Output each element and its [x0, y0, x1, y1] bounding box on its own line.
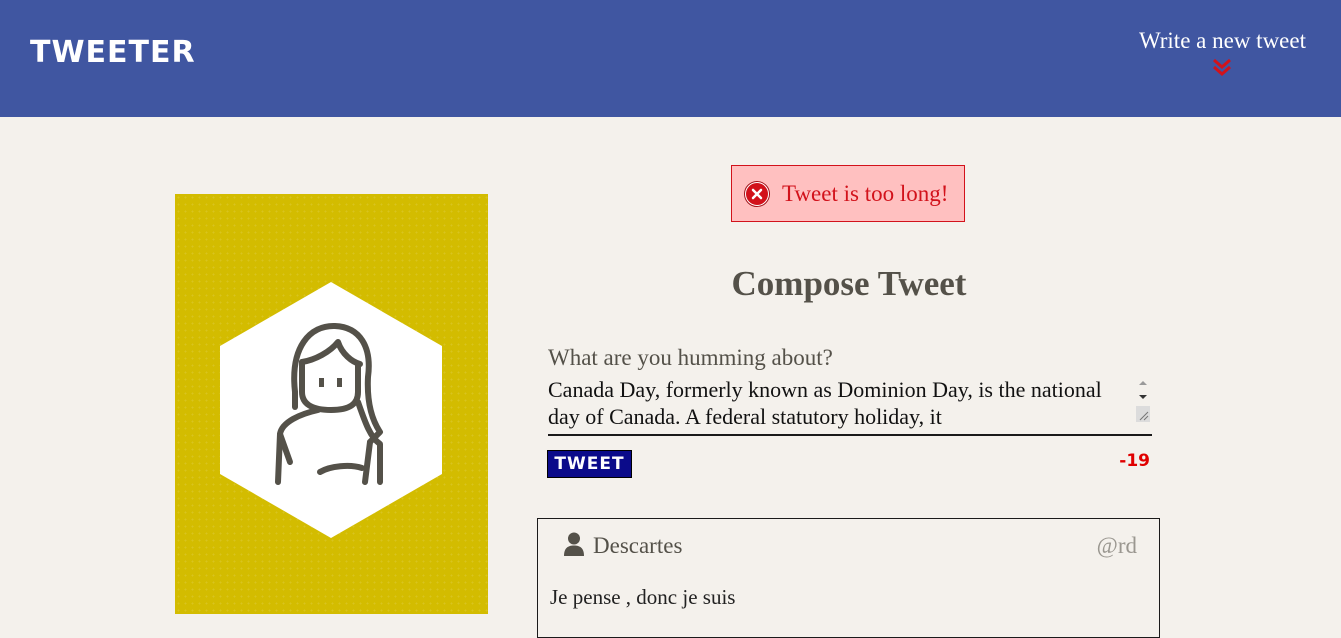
tweet-submit-button[interactable]: TWEET: [547, 450, 632, 478]
compose-prompt: What are you humming about?: [548, 345, 833, 370]
error-message: Tweet is too long!: [731, 165, 965, 222]
tweet-author-name: Descartes: [593, 533, 683, 558]
tweet-textarea[interactable]: Canada Day, formerly known as Dominion D…: [548, 376, 1152, 436]
user-icon: [564, 532, 584, 556]
top-nav: TWEETER Write a new tweet: [0, 0, 1341, 117]
error-text: Tweet is too long!: [782, 180, 949, 206]
double-chevron-down-icon[interactable]: [1211, 57, 1233, 77]
tweet-content: Je pense , donc je suis: [550, 585, 736, 609]
write-new-tweet-label[interactable]: Write a new tweet: [1139, 28, 1306, 54]
avatar: [220, 282, 442, 538]
compose-title: Compose Tweet: [731, 264, 967, 303]
tweet-author-handle: @rd: [1096, 533, 1137, 558]
textarea-scroll-controls[interactable]: [1136, 378, 1150, 422]
brand-logo[interactable]: TWEETER: [30, 38, 196, 68]
write-new-tweet-toggle[interactable]: Write a new tweet: [1139, 28, 1306, 77]
tweet-card: Descartes @rd Je pense , donc je suis: [537, 518, 1160, 638]
error-x-icon: [744, 180, 770, 207]
profile-card: [175, 194, 488, 614]
tweet-text-value[interactable]: Canada Day, formerly known as Dominion D…: [548, 376, 1108, 430]
character-counter: -19: [1119, 451, 1150, 471]
